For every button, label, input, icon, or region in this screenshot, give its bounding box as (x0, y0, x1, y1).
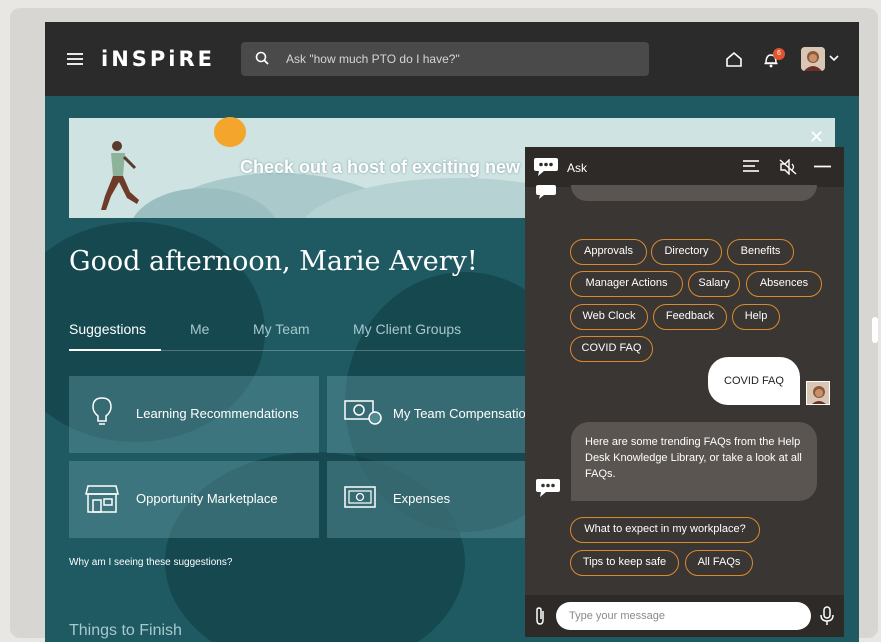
chat-header: Ask (525, 147, 844, 187)
why-suggestions-link[interactable]: Why am I seeing these suggestions? (69, 557, 232, 568)
tab-me[interactable]: Me (190, 321, 209, 337)
scrollbar-handle[interactable] (872, 317, 878, 343)
chip-feedback[interactable]: Feedback (653, 304, 727, 330)
card-label: My Team Compensation (393, 406, 533, 421)
chat-title: Ask (567, 161, 588, 175)
chat-input-bar (525, 595, 844, 637)
chip-directory[interactable]: Directory (651, 239, 722, 265)
close-icon[interactable]: ✕ (809, 127, 824, 148)
active-tab-indicator (69, 349, 161, 351)
card-label: Learning Recommendations (136, 406, 299, 421)
card-my-team-compensation[interactable]: My Team Compensation (327, 376, 533, 453)
card-learning-recommendations[interactable]: Learning Recommendations (69, 376, 319, 453)
global-search-bar[interactable]: Ask "how much PTO do I have?" (241, 42, 649, 76)
chip-salary[interactable]: Salary (688, 271, 740, 297)
user-avatar[interactable] (801, 47, 825, 71)
expenses-icon (344, 486, 376, 508)
bot-avatar-icon (536, 185, 556, 199)
search-icon (255, 51, 269, 65)
chip-workplace-faq[interactable]: What to expect in my workplace? (570, 517, 760, 543)
money-icon (344, 400, 382, 425)
mute-speaker-icon[interactable] (779, 159, 797, 175)
chip-tips-to-keep-safe[interactable]: Tips to keep safe (570, 550, 679, 576)
top-navigation-bar: iNSPiRE Ask "how much PTO do I have?" 6 (45, 22, 859, 96)
search-placeholder: Ask "how much PTO do I have?" (286, 52, 460, 66)
chip-web-clock[interactable]: Web Clock (570, 304, 648, 330)
hamburger-menu-icon[interactable] (67, 53, 83, 65)
bot-avatar-icon (536, 479, 560, 497)
notification-count-badge: 6 (773, 48, 785, 60)
microphone-icon[interactable] (820, 606, 834, 626)
user-avatar (806, 381, 830, 405)
app-window: iNSPiRE Ask "how much PTO do I have?" 6 … (45, 22, 859, 642)
app-logo[interactable]: iNSPiRE (101, 47, 215, 71)
banner-headline: Check out a host of exciting new (240, 157, 521, 177)
message-input[interactable] (556, 602, 811, 630)
card-expenses[interactable]: Expenses (327, 461, 527, 538)
bot-message-bubble: Here are some trending FAQs from the Hel… (571, 422, 817, 501)
chip-all-faqs[interactable]: All FAQs (685, 550, 753, 576)
previous-message-bubble (571, 185, 817, 201)
card-label: Expenses (393, 491, 451, 506)
chevron-down-icon[interactable] (829, 54, 839, 62)
greeting-heading: Good afternoon, Marie Avery! (69, 246, 478, 277)
minimize-icon[interactable] (814, 165, 831, 168)
home-icon[interactable] (725, 51, 743, 67)
tab-my-client-groups[interactable]: My Client Groups (353, 321, 461, 337)
storefront-icon (85, 485, 119, 513)
things-to-finish-heading: Things to Finish (69, 622, 182, 639)
tab-my-team[interactable]: My Team (253, 321, 310, 337)
lightbulb-icon (92, 397, 112, 425)
chip-absences[interactable]: Absences (746, 271, 822, 297)
card-label: Opportunity Marketplace (136, 491, 278, 506)
chip-manager-actions[interactable]: Manager Actions (570, 271, 683, 297)
card-opportunity-marketplace[interactable]: Opportunity Marketplace (69, 461, 319, 538)
chat-bubble-icon (534, 158, 558, 176)
chip-benefits[interactable]: Benefits (727, 239, 794, 265)
digital-assistant-panel: Ask Approvals Directory Benefits Manager… (525, 147, 844, 637)
chip-help[interactable]: Help (732, 304, 780, 330)
chip-approvals[interactable]: Approvals (570, 239, 647, 265)
paperclip-icon[interactable] (533, 606, 547, 626)
tab-suggestions[interactable]: Suggestions (69, 321, 146, 337)
user-message-bubble: COVID FAQ (708, 357, 800, 405)
hiker-illustration (101, 141, 139, 210)
chip-covid-faq[interactable]: COVID FAQ (570, 336, 653, 362)
menu-lines-icon[interactable] (742, 159, 760, 173)
sun-illustration (214, 117, 246, 147)
